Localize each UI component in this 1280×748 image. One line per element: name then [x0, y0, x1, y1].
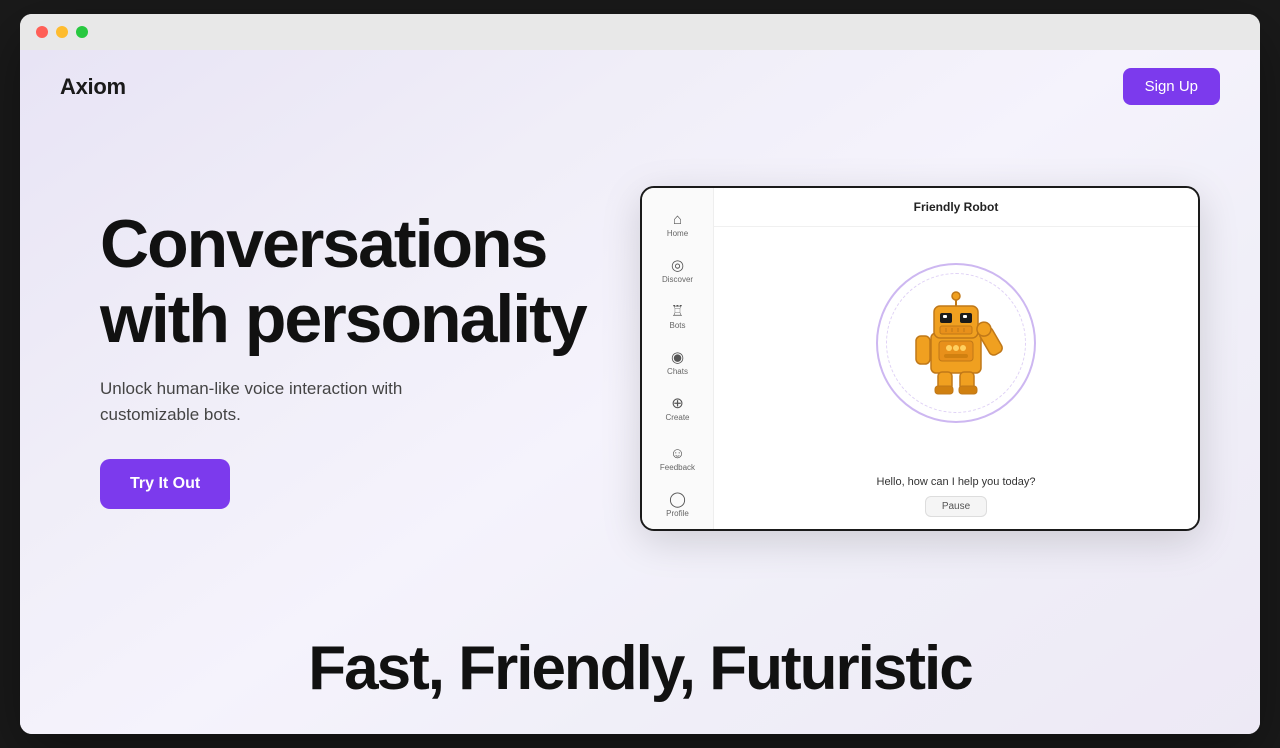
sidebar-label-home: Home — [667, 229, 688, 238]
navbar: Axiom Sign Up — [20, 50, 1260, 123]
sidebar-item-discover[interactable]: ◎ Discover — [648, 250, 708, 292]
hero-title: Conversations with personality — [100, 207, 586, 357]
sidebar-item-chats[interactable]: ◉ Chats — [648, 342, 708, 384]
app-mockup: ⌂ Home ◎ Discover ♖ Bots ◉ Chats — [640, 186, 1200, 531]
sidebar-item-bots[interactable]: ♖ Bots — [648, 296, 708, 338]
sidebar-label-create: Create — [665, 413, 689, 422]
traffic-light-yellow[interactable] — [56, 26, 68, 38]
traffic-light-red[interactable] — [36, 26, 48, 38]
chats-icon: ◉ — [671, 350, 684, 365]
sidebar-label-feedback: Feedback — [660, 463, 695, 472]
traffic-light-green[interactable] — [76, 26, 88, 38]
feedback-icon: ☺ — [670, 446, 685, 461]
logo: Axiom — [60, 74, 126, 100]
mockup-body: Hello, how can I help you today? Pause — [714, 227, 1198, 529]
page-content: Axiom Sign Up Conversations with persona… — [20, 50, 1260, 734]
chat-message-area: Hello, how can I help you today? Pause — [877, 476, 1036, 517]
robot-svg — [906, 288, 1006, 398]
sidebar-label-profile: Profile — [666, 509, 689, 518]
sidebar-item-create[interactable]: ⊕ Create — [648, 388, 708, 430]
hero-left: Conversations with personality Unlock hu… — [100, 207, 586, 510]
mockup-main: Friendly Robot — [714, 188, 1198, 529]
bottom-tagline: Fast, Friendly, Futuristic — [40, 633, 1240, 704]
signup-button[interactable]: Sign Up — [1123, 68, 1220, 105]
bottom-section: Fast, Friendly, Futuristic — [20, 593, 1260, 734]
mockup-sidebar: ⌂ Home ◎ Discover ♖ Bots ◉ Chats — [642, 188, 714, 529]
mockup-header: Friendly Robot — [714, 188, 1198, 227]
bots-icon: ♖ — [671, 304, 684, 319]
profile-icon: ◯ — [669, 492, 686, 507]
sidebar-item-feedback[interactable]: ☺ Feedback — [648, 438, 708, 480]
robot-illustration — [856, 243, 1056, 443]
hero-subtitle: Unlock human-like voice interaction with… — [100, 376, 480, 427]
browser-titlebar — [20, 14, 1260, 50]
browser-window: Axiom Sign Up Conversations with persona… — [20, 14, 1260, 734]
sidebar-item-home[interactable]: ⌂ Home — [648, 204, 708, 246]
discover-icon: ◎ — [671, 258, 684, 273]
try-it-out-button[interactable]: Try It Out — [100, 459, 230, 509]
sidebar-label-discover: Discover — [662, 275, 693, 284]
pause-button[interactable]: Pause — [925, 496, 987, 517]
home-icon: ⌂ — [673, 212, 682, 227]
sidebar-item-profile[interactable]: ◯ Profile — [648, 484, 708, 526]
chat-message: Hello, how can I help you today? — [877, 476, 1036, 488]
hero-section: Conversations with personality Unlock hu… — [20, 123, 1260, 593]
sidebar-label-chats: Chats — [667, 367, 688, 376]
create-icon: ⊕ — [671, 396, 684, 411]
sidebar-label-bots: Bots — [669, 321, 685, 330]
